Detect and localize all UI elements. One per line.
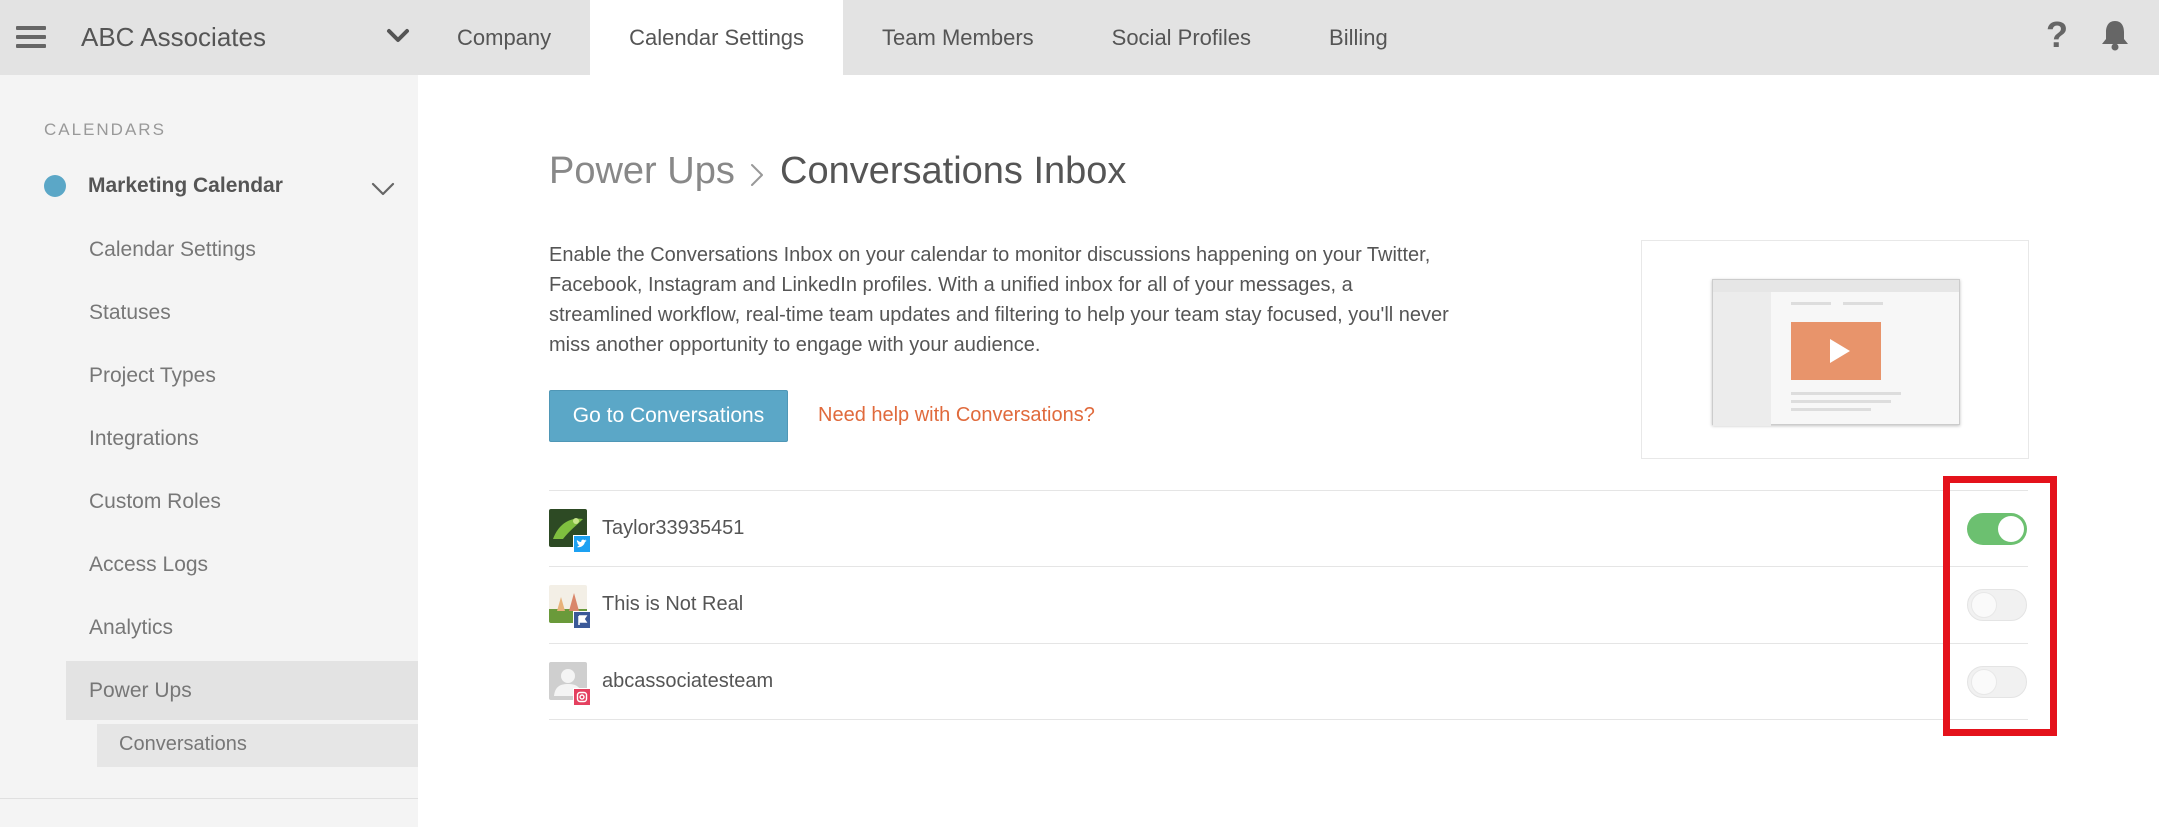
account-row-instagram: abcassociatesteam: [549, 644, 2028, 720]
description-text: Enable the Conversations Inbox on your c…: [549, 244, 1449, 356]
breadcrumb-parent[interactable]: Power Ups: [549, 150, 735, 193]
highlight-annotation-box: [1943, 476, 2057, 736]
video-thumbnail: [1791, 322, 1881, 380]
facebook-icon: [573, 611, 591, 629]
sidebar-heading: CALENDARS: [44, 120, 166, 139]
calendar-name[interactable]: Marketing Calendar: [88, 174, 283, 198]
play-icon: [1830, 339, 1850, 363]
tab-billing[interactable]: Billing: [1290, 0, 1427, 75]
sidebar-item-statuses[interactable]: Statuses: [89, 301, 171, 325]
calendar-color-dot: [44, 175, 66, 197]
account-row-facebook: This is Not Real: [549, 567, 2028, 643]
sidebar-divider: [0, 798, 418, 799]
go-to-conversations-button[interactable]: Go to Conversations: [549, 390, 788, 442]
tab-company[interactable]: Company: [418, 0, 590, 75]
sidebar: CALENDARS Marketing Calendar Calendar Se…: [0, 75, 418, 827]
account-name-label: This is Not Real: [602, 593, 744, 615]
help-icon[interactable]: ?: [2046, 14, 2068, 56]
sidebar-item-integrations[interactable]: Integrations: [89, 427, 199, 451]
account-name-label: Taylor33935451: [602, 517, 745, 539]
row-divider: [549, 719, 2028, 720]
video-preview-thumbnail[interactable]: [1641, 240, 2029, 459]
account-name-label: abcassociatesteam: [602, 670, 774, 692]
chevron-down-icon[interactable]: [384, 22, 412, 50]
sidebar-item-access-logs[interactable]: Access Logs: [89, 553, 208, 577]
sidebar-item-calendar-settings[interactable]: Calendar Settings: [89, 238, 256, 262]
twitter-icon: [573, 535, 591, 553]
top-tabs: Company Calendar Settings Team Members S…: [418, 0, 1427, 76]
chevron-down-icon[interactable]: [370, 176, 396, 202]
sidebar-item-power-ups[interactable]: Power Ups: [89, 679, 192, 703]
preview-window: [1712, 279, 1960, 426]
page-title: Conversations Inbox: [780, 150, 1127, 192]
sidebar-item-custom-roles[interactable]: Custom Roles: [89, 490, 221, 514]
chevron-right-icon: [751, 164, 763, 186]
instagram-icon: [573, 688, 591, 706]
hamburger-menu-icon[interactable]: [16, 26, 46, 48]
account-name[interactable]: ABC Associates: [81, 22, 266, 53]
tab-team-members[interactable]: Team Members: [843, 0, 1073, 75]
bell-icon[interactable]: [2098, 18, 2132, 52]
top-bar: ABC Associates Company Calendar Settings…: [0, 0, 2159, 76]
sidebar-subitem-conversations[interactable]: Conversations: [119, 733, 247, 756]
sidebar-item-analytics[interactable]: Analytics: [89, 616, 173, 640]
tab-calendar-settings[interactable]: Calendar Settings: [590, 0, 844, 76]
help-link[interactable]: Need help with Conversations?: [818, 404, 1095, 427]
tab-social-profiles[interactable]: Social Profiles: [1073, 0, 1290, 75]
account-row-twitter: Taylor33935451: [549, 491, 2028, 567]
sidebar-item-project-types[interactable]: Project Types: [89, 364, 216, 388]
